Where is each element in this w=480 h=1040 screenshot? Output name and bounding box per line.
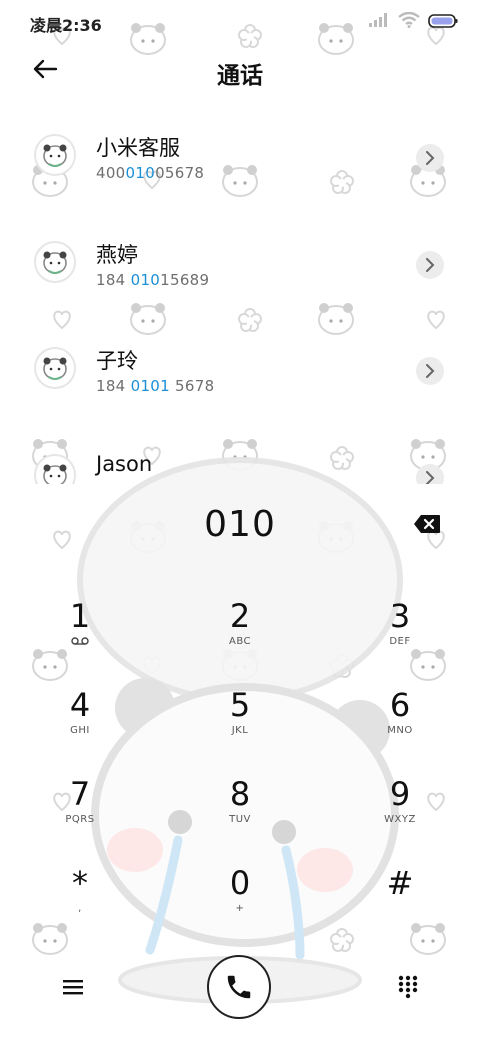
key-2[interactable]: 2 ABC xyxy=(170,598,310,678)
dialed-number: 010 xyxy=(204,504,276,545)
key-5[interactable]: 5 JKL xyxy=(170,687,310,767)
key-8[interactable]: 8 TUV xyxy=(170,776,310,856)
page-title: 通话 xyxy=(217,63,263,89)
wifi-icon xyxy=(398,11,420,32)
contact-number: 184 0101 5678 xyxy=(96,377,215,395)
contact-name: 燕婷 xyxy=(96,243,138,267)
phone-icon xyxy=(227,975,251,999)
menu-button[interactable] xyxy=(58,972,88,1002)
avatar xyxy=(34,347,76,389)
match-highlight: 0101 xyxy=(130,377,170,395)
backspace-icon xyxy=(414,515,440,533)
battery-icon xyxy=(428,13,458,32)
match-highlight: 010 xyxy=(130,271,161,289)
status-bar: 凌晨2:36 xyxy=(0,0,480,40)
key-1[interactable]: 1 xyxy=(10,598,150,678)
contact-row[interactable]: 子玲 184 0101 5678 xyxy=(0,321,480,411)
avatar xyxy=(34,241,76,283)
contact-row[interactable]: Jason xyxy=(0,428,480,484)
call-button[interactable] xyxy=(207,955,271,1019)
status-icons xyxy=(368,11,458,32)
status-time: 凌晨2:36 xyxy=(30,16,102,35)
contact-row[interactable]: 小米客服 40001005678 xyxy=(0,108,480,198)
chevron-right-icon xyxy=(426,471,435,484)
dialpad-icon xyxy=(398,975,418,999)
contact-name: 小米客服 xyxy=(96,136,180,160)
backspace-button[interactable] xyxy=(412,512,442,536)
contact-detail-button[interactable] xyxy=(416,251,444,279)
key-3[interactable]: 3 DEF xyxy=(330,598,470,678)
key-4[interactable]: 4 GHI xyxy=(10,687,150,767)
signal-icon xyxy=(368,12,390,32)
contact-detail-button[interactable] xyxy=(416,144,444,172)
key-star[interactable]: * , xyxy=(10,865,150,945)
contact-number: 184 01015689 xyxy=(96,271,210,289)
key-7[interactable]: 7 PQRS xyxy=(10,776,150,856)
match-highlight: 010 xyxy=(125,164,156,182)
bottom-action-bar xyxy=(0,950,480,1030)
contact-detail-button[interactable] xyxy=(416,357,444,385)
avatar xyxy=(34,134,76,176)
key-6[interactable]: 6 MNO xyxy=(330,687,470,767)
key-0[interactable]: 0 + xyxy=(170,865,310,945)
voicemail-icon xyxy=(10,636,150,650)
contact-name: 子玲 xyxy=(96,349,138,373)
dialer-screen: 凌晨2:36 通话 小米客服 40001005678 燕婷 184 010156… xyxy=(0,0,480,1040)
contact-name: Jason xyxy=(96,452,153,476)
chevron-right-icon xyxy=(426,151,435,165)
dial-keypad: 1 2 ABC 3 DEF 4 GHI 5 JKL 6 MNO 7 PQRS 8… xyxy=(0,588,480,948)
chevron-right-icon xyxy=(426,258,435,272)
menu-icon xyxy=(63,980,83,995)
contact-suggestions-list: 小米客服 40001005678 燕婷 184 01015689 子玲 184 … xyxy=(0,108,480,484)
contact-row[interactable]: 燕婷 184 01015689 xyxy=(0,215,480,305)
header: 通话 xyxy=(0,44,480,96)
dial-display: 010 xyxy=(0,500,480,556)
avatar xyxy=(34,454,76,484)
chevron-right-icon xyxy=(426,364,435,378)
contact-number: 40001005678 xyxy=(96,164,205,182)
key-9[interactable]: 9 WXYZ xyxy=(330,776,470,856)
dialpad-toggle-button[interactable] xyxy=(393,972,423,1002)
key-hash[interactable]: # xyxy=(330,865,470,945)
contact-detail-button[interactable] xyxy=(416,464,444,484)
